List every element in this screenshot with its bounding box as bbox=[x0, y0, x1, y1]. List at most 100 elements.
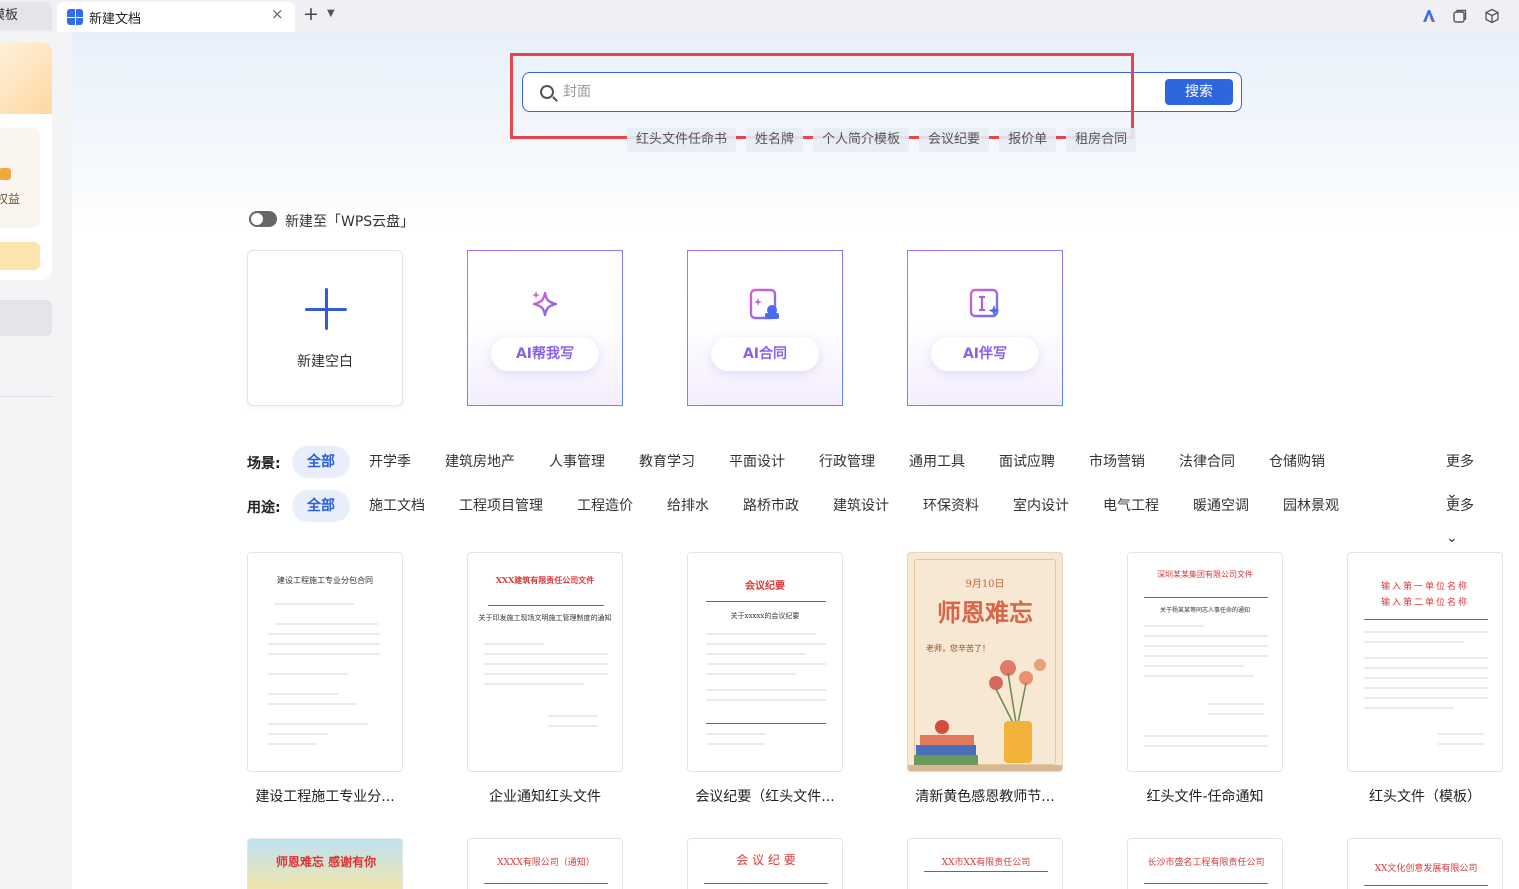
template-card[interactable]: 建设工程施工专业分包合同 建设工程施工专业分... bbox=[247, 552, 403, 805]
scene-filter-item[interactable]: 开学季 bbox=[369, 446, 411, 478]
scene-label: 场景: bbox=[247, 456, 281, 472]
thumb-heading: XXXX有限公司（通知） bbox=[497, 858, 595, 868]
template-card[interactable]: 输入第一单位名称 输入第二单位名称 红头文件（模板） bbox=[1347, 552, 1503, 805]
brand-logo-icon[interactable] bbox=[1421, 8, 1437, 24]
hot-tag[interactable]: 姓名牌 bbox=[746, 128, 804, 152]
member-banner bbox=[0, 42, 52, 114]
cloud-save-toggle[interactable] bbox=[249, 211, 277, 227]
thumb-heading: 师恩难忘 bbox=[937, 598, 1033, 627]
template-card[interactable]: XXX建筑有限责任公司文件 关于印发施工现场文明施工管理制度的通知 企业通知红头… bbox=[467, 552, 623, 805]
chevron-down-icon[interactable]: ▼ bbox=[327, 8, 335, 19]
ai-write-label: AI帮我写 bbox=[491, 337, 599, 371]
usage-filter-item[interactable]: 工程项目管理 bbox=[459, 490, 543, 522]
template-card[interactable]: 9月10日 师恩难忘 老师，您辛苦了！ 清新黄色感恩教师节... bbox=[907, 552, 1063, 805]
thumb-heading: 建设工程施工专业分包合同 bbox=[277, 576, 373, 585]
hot-tag[interactable]: 报价单 bbox=[999, 128, 1057, 152]
scene-filter-item[interactable]: 仓储购销 bbox=[1269, 446, 1325, 478]
window-copy-icon[interactable] bbox=[1452, 8, 1468, 24]
template-card[interactable]: 会 议 纪 要 bbox=[687, 838, 843, 889]
usage-filter-item[interactable]: 工程造价 bbox=[577, 490, 633, 522]
template-thumbnail: XXX建筑有限责任公司文件 关于印发施工现场文明施工管理制度的通知 bbox=[467, 552, 623, 772]
text-cursor-sparkle-icon bbox=[969, 288, 1000, 318]
template-card[interactable]: 会议纪要 关于xxxxx的会议纪要 会议纪要（红头文件... bbox=[687, 552, 843, 805]
template-thumbnail: 会议纪要 关于xxxxx的会议纪要 bbox=[687, 552, 843, 772]
template-thumbnail: 建设工程施工专业分包合同 bbox=[247, 552, 403, 772]
hot-tag[interactable]: 个人简介模板 bbox=[813, 128, 910, 152]
scene-filter-item[interactable]: 面试应聘 bbox=[999, 446, 1055, 478]
thumb-heading: XXX建筑有限责任公司文件 bbox=[495, 575, 595, 585]
cube-icon[interactable] bbox=[1484, 8, 1500, 24]
document-grid-icon bbox=[67, 9, 83, 25]
usage-filter-item[interactable]: 电气工程 bbox=[1103, 490, 1159, 522]
tab-bar: 模板 新建文档 × + ▼ bbox=[0, 0, 1519, 32]
scene-filter-item[interactable]: 市场营销 bbox=[1089, 446, 1145, 478]
template-card[interactable]: XXXX有限公司（通知） bbox=[467, 838, 623, 889]
thumb-heading: 师恩难忘 感谢有你 bbox=[275, 855, 377, 869]
tab-new-document[interactable]: 新建文档 × bbox=[57, 2, 295, 32]
hot-tag[interactable]: 租房合同 bbox=[1066, 128, 1137, 152]
usage-filter-all[interactable]: 全部 bbox=[292, 490, 350, 522]
thumb-subtitle: 关于xxxxx的会议纪要 bbox=[730, 612, 800, 620]
usage-filter-item[interactable]: 室内设计 bbox=[1013, 490, 1069, 522]
usage-filter-item[interactable]: 暖通空调 bbox=[1193, 490, 1249, 522]
usage-filter-item[interactable]: 建筑设计 bbox=[833, 490, 889, 522]
add-tab-button[interactable]: + bbox=[303, 3, 319, 25]
thumb-heading: 输入第一单位名称 bbox=[1380, 582, 1469, 592]
rights-panel[interactable]: 权益 bbox=[0, 128, 40, 228]
usage-more-button[interactable]: 更多 ⌄ bbox=[1446, 490, 1487, 554]
usage-filter-item[interactable]: 施工文档 bbox=[369, 490, 425, 522]
sparkle-icon bbox=[532, 291, 558, 317]
template-title: 会议纪要（红头文件... bbox=[695, 789, 835, 805]
cloud-save-label: 新建至「WPS云盘」 bbox=[285, 214, 415, 230]
hot-tag[interactable]: 红头文件任命书 bbox=[627, 128, 737, 152]
thumb-heading: 长沙市盛名工程有限责任公司 bbox=[1147, 858, 1265, 868]
usage-filter-item[interactable]: 路桥市政 bbox=[743, 490, 799, 522]
ai-contract-label: AI合同 bbox=[711, 337, 819, 371]
thumb-heading: 深圳某某集团有限公司文件 bbox=[1157, 570, 1253, 579]
thumb-subtitle: 关于杨某某等同志人事任命的通知 bbox=[1159, 607, 1250, 614]
scene-filter-item[interactable]: 建筑房地产 bbox=[445, 446, 515, 478]
template-thumbnail: 深圳某某集团有限公司文件 关于杨某某等同志人事任命的通知 bbox=[1127, 552, 1283, 772]
tab-title: 新建文档 bbox=[89, 12, 142, 27]
usage-filter-item[interactable]: 环保资料 bbox=[923, 490, 979, 522]
sidebar-item-selected[interactable] bbox=[0, 300, 52, 336]
search-button[interactable]: 搜索 bbox=[1165, 79, 1233, 105]
template-title: 建设工程施工专业分... bbox=[255, 789, 395, 805]
thumb-heading-2: 输入第二单位名称 bbox=[1380, 598, 1469, 608]
hot-tag[interactable]: 会议纪要 bbox=[919, 128, 990, 152]
scene-filter-item[interactable]: 通用工具 bbox=[909, 446, 965, 478]
member-card: 权益 bbox=[0, 42, 52, 280]
template-card[interactable]: 深圳某某集团有限公司文件 关于杨某某等同志人事任命的通知 红头文件-任命通知 bbox=[1127, 552, 1283, 805]
contract-stamp-icon bbox=[749, 288, 779, 320]
ai-write-card[interactable]: AI帮我写 bbox=[467, 250, 623, 406]
template-card[interactable]: XX文化创意发展有限公司 bbox=[1347, 838, 1503, 889]
member-button[interactable] bbox=[0, 242, 40, 270]
sidebar-divider bbox=[0, 396, 52, 397]
scene-filter-item[interactable]: 行政管理 bbox=[819, 446, 875, 478]
usage-filter-item[interactable]: 园林景观 bbox=[1283, 490, 1339, 522]
highlight-box bbox=[510, 53, 1134, 139]
template-card[interactable]: 长沙市盛名工程有限责任公司 bbox=[1127, 838, 1283, 889]
close-icon[interactable]: × bbox=[271, 5, 284, 23]
template-title: 红头文件（模板） bbox=[1369, 789, 1481, 805]
hot-search-tags: 红头文件任命书 姓名牌 个人简介模板 会议纪要 报价单 租房合同 bbox=[627, 128, 1146, 154]
scene-filter-all[interactable]: 全部 bbox=[292, 446, 350, 478]
ai-companion-write-card[interactable]: AI伴写 bbox=[907, 250, 1063, 406]
scene-filter-item[interactable]: 法律合同 bbox=[1179, 446, 1235, 478]
usage-filter-item[interactable]: 给排水 bbox=[667, 490, 709, 522]
template-thumbnail: 9月10日 师恩难忘 老师，您辛苦了！ bbox=[907, 552, 1063, 772]
template-title: 清新黄色感恩教师节... bbox=[915, 789, 1055, 805]
template-card[interactable]: 师恩难忘 感谢有你 bbox=[247, 838, 403, 889]
template-title: 企业通知红头文件 bbox=[489, 789, 601, 805]
template-card[interactable]: XX市XX有限责任公司 bbox=[907, 838, 1063, 889]
scene-filter-item[interactable]: 平面设计 bbox=[729, 446, 785, 478]
usage-label: 用途: bbox=[247, 500, 281, 516]
thumb-heading: 会 议 纪 要 bbox=[736, 853, 796, 867]
template-thumbnail: 输入第一单位名称 输入第二单位名称 bbox=[1347, 552, 1503, 772]
scene-filter-item[interactable]: 人事管理 bbox=[549, 446, 605, 478]
rights-label: 权益 bbox=[0, 192, 21, 206]
scene-filter-item[interactable]: 教育学习 bbox=[639, 446, 695, 478]
ai-contract-card[interactable]: AI合同 bbox=[687, 250, 843, 406]
tab-templates[interactable]: 模板 bbox=[0, 2, 52, 30]
new-blank-card[interactable]: 新建空白 bbox=[247, 250, 403, 406]
